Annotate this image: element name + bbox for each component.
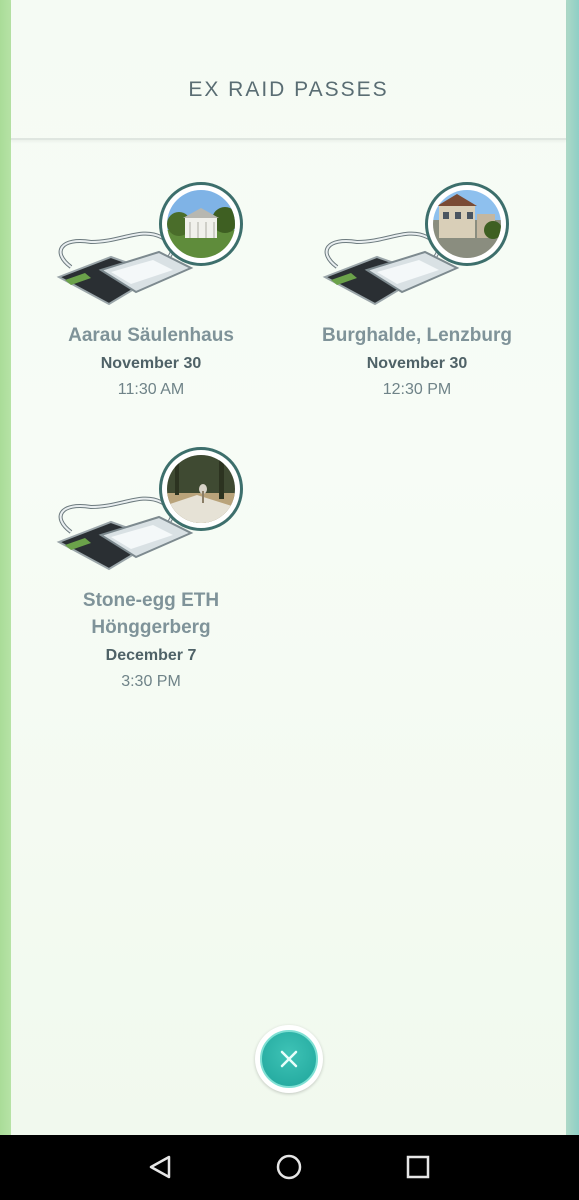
pass-time: 12:30 PM	[382, 381, 452, 398]
android-nav-bar	[0, 1135, 579, 1200]
home-icon	[276, 1154, 302, 1180]
back-button[interactable]	[145, 1152, 175, 1182]
pass-location-name: Aarau Säulenhaus	[68, 325, 234, 346]
back-icon	[149, 1155, 171, 1179]
ex-raid-pass-icon	[41, 182, 251, 312]
pass-date: November 30	[100, 355, 202, 372]
page-title: EX RAID PASSES	[188, 78, 389, 101]
ex-raid-pass-icon	[307, 182, 517, 312]
close-button[interactable]	[255, 1025, 323, 1093]
pass-date: November 30	[366, 355, 468, 372]
ex-raid-pass-card[interactable]: Aarau Säulenhaus November 30 11:30 AM	[21, 182, 281, 442]
ex-raid-passes-panel: EX RAID PASSES Aarau Säulenhaus November…	[11, 0, 566, 1135]
recents-button[interactable]	[403, 1152, 433, 1182]
location-photo	[159, 447, 243, 531]
recents-icon	[406, 1155, 430, 1179]
ex-raid-pass-card[interactable]: Stone-egg ETH Hönggerberg December 7 3:3…	[21, 447, 281, 707]
location-photo	[425, 182, 509, 266]
ex-raid-pass-icon	[41, 447, 251, 577]
location-photo	[159, 182, 243, 266]
pass-date: December 7	[105, 647, 197, 664]
pass-time: 3:30 PM	[121, 673, 181, 690]
pass-location-name: Burghalde, Lenzburg	[322, 325, 512, 346]
title-bar: EX RAID PASSES	[11, 0, 566, 140]
pass-time: 11:30 AM	[117, 381, 185, 398]
close-icon	[280, 1050, 298, 1068]
pass-location-name: Stone-egg ETH Hönggerberg	[82, 590, 220, 638]
ex-raid-pass-card[interactable]: Burghalde, Lenzburg November 30 12:30 PM	[287, 182, 547, 442]
home-button[interactable]	[274, 1152, 304, 1182]
